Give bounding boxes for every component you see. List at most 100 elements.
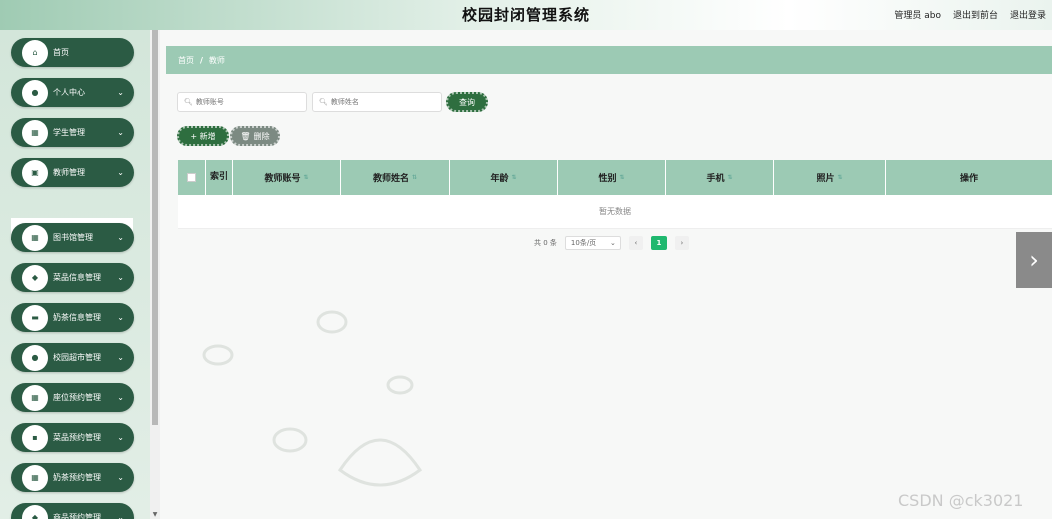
table-header: 索引 教师账号 ⇅ 教师姓名 ⇅ 年龄 ⇅ 性别 ⇅ 手机 ⇅ 照片 ⇅ 操作 [178, 160, 1052, 195]
chevron-down-icon: ⌄ [117, 273, 124, 282]
header-links: 管理员 abo 退出到前台 退出登录 [894, 8, 1046, 21]
teacher-name-search-field[interactable]: 🔍︎ [312, 92, 442, 112]
sidebar-item[interactable]: ▬ 奶茶信息管理 ⌄ [11, 303, 134, 332]
delete-button[interactable]: 🗑︎ 删除 [230, 126, 280, 146]
chevron-down-icon: ⌄ [117, 473, 124, 482]
user-icon: ● [24, 346, 46, 369]
column-header-index: 索引 [206, 160, 233, 195]
bag-icon: ▪ [24, 426, 46, 449]
page-size-value: 10条/页 [570, 239, 597, 247]
next-page-button[interactable]: › [674, 236, 689, 250]
sort-icon: ⇅ [619, 174, 625, 181]
sidebar-item[interactable]: ◆ 商品预约管理 ⌄ [11, 503, 134, 519]
sidebar-item-label: 座位预约管理 [53, 393, 101, 402]
trash-icon: 🗑︎ [240, 131, 251, 141]
sidebar-item[interactable]: ▪ 菜品预约管理 ⌄ [11, 423, 134, 452]
scroll-down-arrow-icon[interactable]: ▼ [150, 511, 160, 519]
sidebar-item-label: 奶茶信息管理 [53, 313, 101, 322]
sidebar-item-label: 奶茶预约管理 [53, 473, 101, 482]
chevron-down-icon: ⌄ [117, 513, 124, 519]
column-header-photo[interactable]: 照片 ⇅ [774, 160, 886, 195]
main-content: 首页 / 教师 🔍︎ 🔍︎ 查询 + 新增 🗑︎ 删除 索引 教师账号⇅ 教师姓… [160, 30, 1052, 519]
watermark: CSDN @ck3021 [898, 491, 1024, 510]
column-header-actions: 操作 [959, 174, 978, 184]
breadcrumb-home[interactable]: 首页 [178, 55, 194, 66]
chat-icon: ▬ [24, 306, 46, 329]
sort-icon: ⇅ [411, 174, 418, 181]
chevron-down-icon: ⌄ [117, 313, 124, 322]
chevron-down-icon: ⌄ [117, 233, 124, 242]
column-header-teacher-account[interactable]: 教师账号 ⇅ [233, 160, 341, 195]
chevron-down-icon: ⌄ [117, 433, 124, 442]
chevron-down-icon: ⌄ [117, 393, 124, 402]
pagination-total: 共 0 条 [534, 239, 557, 247]
sidebar: 教师 ⌂首页●个人中心⌄▦学生管理⌄▣教师管理⌄▦图书馆管理⌄◆菜品信息管理⌄▬… [0, 30, 160, 519]
admin-user-label: 管理员 abo [894, 11, 941, 21]
page-size-select[interactable]: 10条/页 ⌄ [564, 236, 621, 250]
teacher-account-search-field[interactable]: 🔍︎ [177, 92, 307, 112]
teacher-account-input[interactable] [195, 98, 296, 106]
sidebar-item[interactable]: ◆ 菜品信息管理 ⌄ [11, 263, 134, 292]
grid-icon: ▦ [24, 226, 46, 249]
sort-icon: ⇅ [837, 174, 843, 181]
prev-page-button[interactable]: ‹ [628, 236, 643, 250]
teacher-name-input[interactable] [330, 98, 431, 106]
sidebar-item[interactable]: ▦ 学生管理 ⌄ [11, 118, 134, 147]
sort-icon: ⇅ [727, 174, 733, 181]
sidebar-item-label: 首页 [53, 48, 69, 57]
sidebar-item-label: 商品预约管理 [53, 513, 101, 519]
delete-button-label: 删除 [253, 131, 270, 141]
scrollbar-thumb[interactable] [152, 30, 158, 425]
chevron-right-icon: › [1029, 246, 1039, 274]
sidebar-item[interactable]: ⌂ 首页 [11, 38, 134, 67]
column-label: 照片 [816, 174, 835, 184]
sidebar-item[interactable]: ▦ 图书馆管理 ⌄ [11, 223, 134, 252]
breadcrumb: 首页 / 教师 [166, 46, 1052, 74]
sidebar-item[interactable]: ▦ 座位预约管理 ⌄ [11, 383, 134, 412]
exit-to-frontend-link[interactable]: 退出到前台 [953, 8, 998, 21]
sidebar-item-label: 教师管理 [53, 168, 85, 177]
query-button[interactable]: 查询 [446, 92, 488, 112]
select-all-cell [178, 160, 206, 195]
sidebar-item-label: 校园超市管理 [53, 353, 101, 362]
chevron-down-icon: ⌄ [117, 168, 124, 177]
column-header-gender[interactable]: 性别 ⇅ [558, 160, 666, 195]
column-header-teacher-name[interactable]: 教师姓名 ⇅ [341, 160, 450, 195]
chevron-down-icon: ⌄ [610, 239, 616, 247]
sidebar-item[interactable]: ▣ 教师管理 ⌄ [11, 158, 134, 187]
sidebar-item-label: 图书馆管理 [53, 233, 93, 242]
add-button[interactable]: + 新增 [177, 126, 229, 146]
table-empty-state: 暂无数据 [178, 195, 1052, 229]
top-bar: 校园封闭管理系统 管理员 abo 退出到前台 退出登录 [0, 0, 1052, 30]
sidebar-item[interactable]: ▦ 奶茶预约管理 ⌄ [11, 463, 134, 492]
pagination: 共 0 条 10条/页 ⌄ ‹ 1 › [534, 236, 689, 250]
carousel-next-button[interactable]: › [1016, 232, 1052, 288]
sort-icon: ⇅ [303, 174, 309, 181]
sidebar-item[interactable]: ● 个人中心 ⌄ [11, 78, 134, 107]
column-header-age[interactable]: 年龄 ⇅ [450, 160, 558, 195]
page-number-current[interactable]: 1 [650, 236, 667, 250]
sidebar-scrollbar[interactable]: ▼ [150, 30, 160, 519]
column-header-phone[interactable]: 手机 ⇅ [666, 160, 774, 195]
search-icon: 🔍︎ [184, 98, 193, 106]
grid-icon: ▦ [24, 386, 46, 409]
sort-icon: ⇅ [511, 174, 517, 181]
sidebar-item[interactable]: ● 校园超市管理 ⌄ [11, 343, 134, 372]
clipboard-icon: ▣ [24, 161, 46, 184]
chevron-down-icon: ⌄ [117, 88, 124, 97]
column-label: 教师账号 [264, 174, 301, 184]
chevron-down-icon: ⌄ [117, 128, 124, 137]
home-icon: ⌂ [24, 41, 46, 64]
select-all-checkbox[interactable] [187, 173, 196, 182]
chevron-left-icon: ‹ [634, 239, 638, 247]
background-decoration [202, 310, 423, 487]
pin-icon: ◆ [24, 506, 46, 519]
sidebar-item-label: 学生管理 [53, 128, 85, 137]
grid-icon: ▦ [24, 121, 46, 144]
logout-link[interactable]: 退出登录 [1010, 8, 1046, 21]
sidebar-item-label: 菜品预约管理 [53, 433, 101, 442]
pin-icon: ◆ [24, 266, 46, 289]
column-label: 教师姓名 [372, 174, 409, 184]
column-label: 性别 [598, 174, 617, 184]
search-icon: 🔍︎ [319, 98, 328, 106]
